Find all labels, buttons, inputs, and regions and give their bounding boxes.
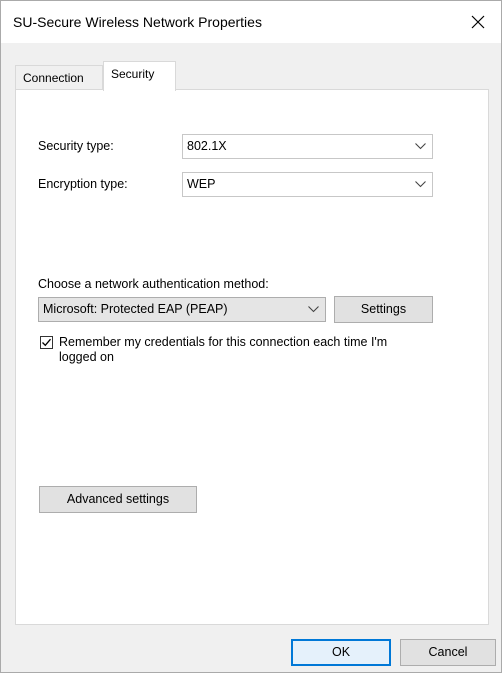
encryption-type-dropdown[interactable]: WEP bbox=[182, 172, 433, 197]
encryption-type-label: Encryption type: bbox=[38, 177, 128, 191]
cancel-button[interactable]: Cancel bbox=[400, 639, 496, 666]
security-type-value: 802.1X bbox=[187, 139, 227, 153]
security-tab-panel: Security type: 802.1X Encryption type: W… bbox=[15, 89, 489, 625]
title-bar[interactable]: SU-Secure Wireless Network Properties bbox=[1, 1, 501, 43]
close-icon bbox=[471, 15, 485, 29]
tab-connection[interactable]: Connection bbox=[15, 65, 103, 90]
checkmark-icon bbox=[42, 338, 51, 347]
close-button[interactable] bbox=[455, 1, 501, 43]
auth-method-value: Microsoft: Protected EAP (PEAP) bbox=[43, 302, 228, 316]
tab-connection-label: Connection bbox=[23, 71, 84, 85]
settings-button[interactable]: Settings bbox=[334, 296, 433, 323]
cancel-button-label: Cancel bbox=[428, 645, 468, 659]
properties-dialog: SU-Secure Wireless Network Properties Co… bbox=[0, 0, 502, 673]
window-title: SU-Secure Wireless Network Properties bbox=[13, 14, 262, 30]
advanced-settings-button-label: Advanced settings bbox=[66, 492, 170, 506]
chevron-down-icon bbox=[415, 143, 426, 150]
security-type-dropdown[interactable]: 802.1X bbox=[182, 134, 433, 159]
tab-security-label: Security bbox=[111, 67, 155, 81]
chevron-down-icon bbox=[308, 306, 319, 313]
remember-credentials-label[interactable]: Remember my credentials for this connect… bbox=[59, 335, 419, 365]
auth-method-dropdown[interactable]: Microsoft: Protected EAP (PEAP) bbox=[38, 297, 326, 322]
remember-credentials-checkbox[interactable] bbox=[40, 336, 53, 349]
tab-security[interactable]: Security bbox=[103, 61, 176, 91]
ok-button-label: OK bbox=[331, 645, 351, 659]
settings-button-label: Settings bbox=[360, 302, 407, 316]
ok-button[interactable]: OK bbox=[291, 639, 391, 666]
encryption-type-value: WEP bbox=[187, 177, 216, 191]
chevron-down-icon bbox=[415, 181, 426, 188]
security-type-label: Security type: bbox=[38, 139, 114, 153]
auth-method-label: Choose a network authentication method: bbox=[38, 277, 269, 291]
advanced-settings-button[interactable]: Advanced settings bbox=[39, 486, 197, 513]
